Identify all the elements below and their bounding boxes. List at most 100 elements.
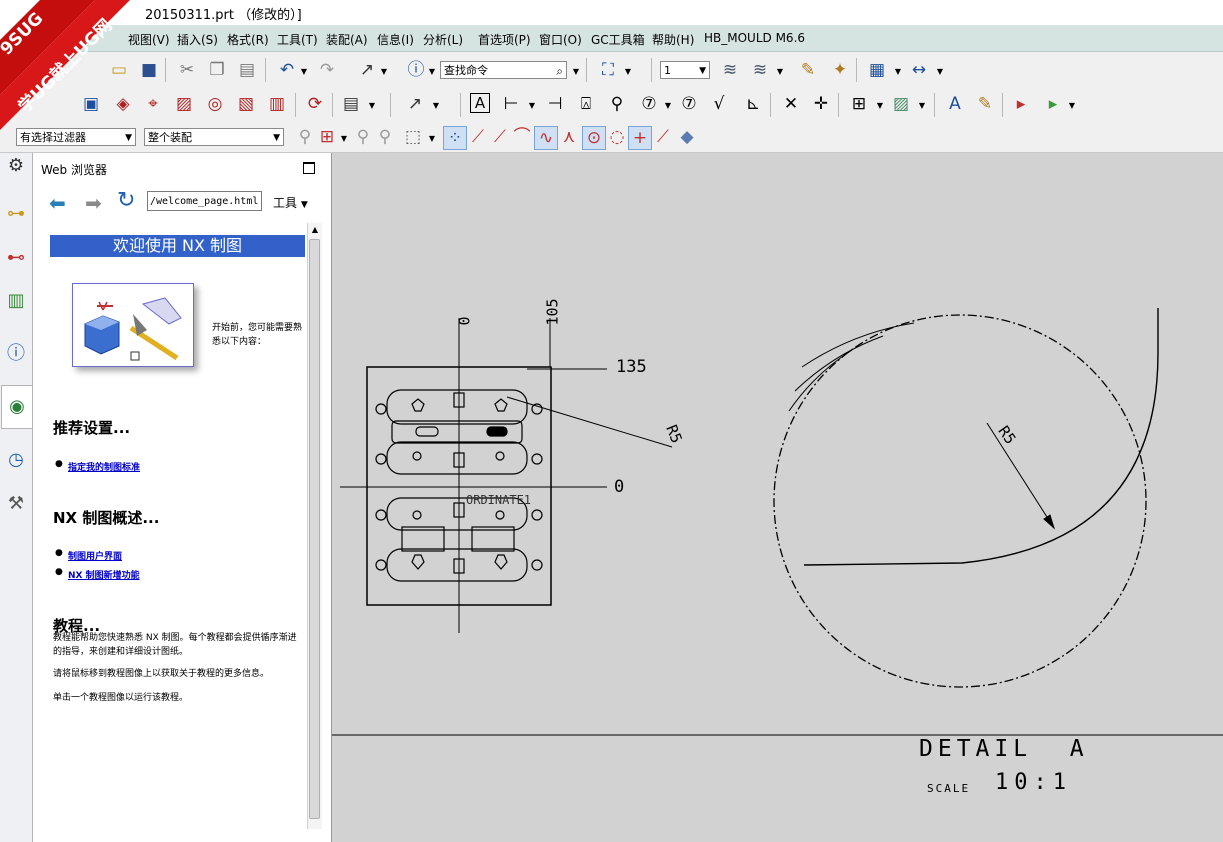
system-materials-icon[interactable]: ⚒ — [5, 493, 27, 515]
view-dropdown-icon[interactable]: ▼ — [894, 59, 902, 81]
rectangle-select-icon[interactable]: ⬚ — [402, 126, 424, 148]
link-new-features[interactable]: NX 制图新增功能 — [68, 568, 140, 581]
rectangle-dropdown-icon[interactable]: ▼ — [428, 126, 436, 148]
feature-selection-icon[interactable]: ⊞ — [316, 126, 338, 148]
point-on-face-icon[interactable]: ◆ — [676, 126, 698, 148]
assembly-navigator-icon[interactable]: ⊶ — [5, 203, 27, 225]
snap-point-toggle-icon[interactable]: ⁘ — [443, 126, 467, 150]
sheet-dropdown-icon[interactable]: ▼ — [1068, 93, 1076, 115]
detail-view-label[interactable]: DETAIL A — [919, 736, 1089, 762]
part-navigator-icon[interactable]: ⊷ — [5, 247, 27, 269]
roles-icon[interactable]: ⓘ — [5, 343, 27, 365]
image-dropdown-icon[interactable]: ▼ — [918, 93, 926, 115]
section-view-icon[interactable]: ▨ — [173, 93, 195, 115]
ordinate-label[interactable]: ORDINATE1 — [466, 493, 531, 507]
menu-hb-mould[interactable]: HB_MOULD M6.6 — [704, 31, 805, 45]
menu-window[interactable]: 窗口(O) — [539, 31, 582, 48]
maximize-icon[interactable] — [303, 162, 315, 174]
drafting-view-icon[interactable]: ▦ — [866, 59, 888, 81]
existing-point-icon[interactable]: + — [628, 126, 652, 150]
note-icon[interactable]: A — [470, 93, 490, 113]
info-dropdown-icon[interactable]: ▼ — [428, 59, 436, 81]
menu-insert[interactable]: 插入(S) — [177, 31, 218, 48]
selection-scope-select[interactable]: 整个装配 ▼ — [144, 128, 284, 146]
menu-assemblies[interactable]: 装配(A) — [326, 31, 368, 48]
mid-point-icon[interactable]: ⟋ — [489, 126, 511, 148]
table-icon[interactable]: ⊞ — [848, 93, 870, 115]
save-icon[interactable]: ■ — [138, 59, 160, 81]
point-on-curve-icon[interactable]: ⟋ — [652, 126, 674, 148]
detail-view-icon[interactable]: ◎ — [204, 93, 226, 115]
menu-tools[interactable]: 工具(T) — [277, 31, 318, 48]
fit-dropdown-icon[interactable]: ▼ — [624, 59, 632, 81]
snap-point-icon[interactable]: ↗ — [356, 59, 378, 81]
control-point-icon[interactable]: ⌒ — [511, 126, 533, 148]
table-dropdown-icon[interactable]: ▼ — [876, 93, 884, 115]
scroll-thumb[interactable] — [309, 239, 320, 819]
link-drafting-standard[interactable]: 指定我的制图标准 — [68, 460, 140, 473]
copy-icon[interactable]: ❐ — [206, 59, 228, 81]
view-to-sheet-icon[interactable]: ▸ — [1010, 93, 1032, 115]
scroll-up-icon[interactable]: ▲ — [308, 225, 322, 237]
menu-help[interactable]: 帮助(H) — [652, 31, 694, 48]
find-dropdown-icon[interactable]: ▼ — [572, 59, 580, 81]
select-all-icon[interactable]: ⚲ — [352, 126, 374, 148]
web-browser-icon[interactable]: ◉ — [1, 385, 32, 429]
general-selection-icon[interactable]: ⚲ — [294, 126, 316, 148]
forward-arrow-icon[interactable]: ➡ — [85, 191, 102, 215]
annotation-edit-icon[interactable]: A — [944, 93, 966, 115]
dimension-label[interactable]: 135 — [616, 357, 647, 377]
fcf-dropdown-icon[interactable]: ▼ — [528, 93, 536, 115]
circle-center-icon[interactable]: ⊙ — [582, 126, 606, 150]
inferred-dimension-icon[interactable]: ↗ — [404, 93, 426, 115]
id-dropdown-icon[interactable]: ▼ — [664, 93, 672, 115]
quadrant-icon[interactable]: ◌ — [606, 126, 628, 148]
reuse-library-icon[interactable]: ▥ — [5, 290, 27, 312]
menu-analysis[interactable]: 分析(L) — [423, 31, 463, 48]
fit-icon[interactable]: ⛶ — [597, 59, 619, 81]
edit-text-icon[interactable]: ✎ — [974, 93, 996, 115]
measure-dropdown-icon[interactable]: ▼ — [936, 59, 944, 81]
undo-icon[interactable]: ↶ — [276, 59, 298, 81]
layer-visible-icon[interactable]: ≋ — [749, 59, 771, 81]
end-point-icon[interactable]: ⟋ — [467, 126, 489, 148]
layer-settings-icon[interactable]: ≋ — [719, 59, 741, 81]
info-icon[interactable]: ⓘ — [405, 59, 427, 81]
search-icon[interactable]: ⌕ — [556, 62, 563, 78]
view-style-dropdown-icon[interactable]: ▼ — [368, 93, 376, 115]
intersection-icon[interactable]: ∿ — [534, 126, 558, 150]
break-view-icon[interactable]: ▧ — [235, 93, 257, 115]
weld-symbol-icon[interactable]: ⊾ — [742, 93, 764, 115]
id-symbol-icon[interactable]: ⑦ — [638, 93, 660, 115]
update-view-icon[interactable]: ⟳ — [304, 93, 326, 115]
surface-finish-icon[interactable]: √ — [708, 93, 730, 115]
url-input[interactable]: /welcome_page.html — [147, 191, 262, 211]
dimension-label[interactable]: 105 — [544, 298, 562, 325]
dimension-label[interactable]: 0 — [614, 477, 624, 497]
magnify-icon[interactable]: ⚲ — [606, 93, 628, 115]
measure-distance-icon[interactable]: ↔ — [908, 59, 930, 81]
menu-preferences[interactable]: 首选项(P) — [478, 31, 531, 48]
history-icon[interactable]: ◷ — [5, 449, 27, 471]
centerline-icon[interactable]: ✕ — [780, 93, 802, 115]
arc-center-icon[interactable]: ⋏ — [558, 126, 580, 148]
view-style-icon[interactable]: ▤ — [340, 93, 362, 115]
find-command-input[interactable]: 查找命令 ⌕ — [440, 61, 567, 79]
dimension-label[interactable]: 0 — [456, 316, 474, 325]
work-layer-select[interactable]: 1 ▼ — [660, 61, 710, 79]
broken-out-icon[interactable]: ▥ — [266, 93, 288, 115]
selection-dropdown-icon[interactable]: ▼ — [340, 126, 348, 148]
balloon-icon[interactable]: ⑦ — [678, 93, 700, 115]
snap-dropdown-icon[interactable]: ▼ — [380, 59, 388, 81]
undo-dropdown-icon[interactable]: ▼ — [300, 59, 308, 81]
tools-menu[interactable]: 工具 ▼ — [273, 194, 308, 211]
show-hide-icon[interactable]: ✦ — [829, 59, 851, 81]
cut-icon[interactable]: ✂ — [176, 59, 198, 81]
redo-icon[interactable]: ↷ — [316, 59, 338, 81]
paste-icon[interactable]: ▤ — [236, 59, 258, 81]
refresh-icon[interactable]: ↻ — [117, 188, 135, 213]
drawing-sheet[interactable]: 0 105 135 R5 0 ORDINATE1 R5 DETAIL A SCA… — [332, 153, 1223, 842]
projected-view-icon[interactable]: ⌖ — [142, 93, 164, 115]
datum-feature-icon[interactable]: ⊣ — [544, 93, 566, 115]
menu-information[interactable]: 信息(I) — [377, 31, 414, 48]
